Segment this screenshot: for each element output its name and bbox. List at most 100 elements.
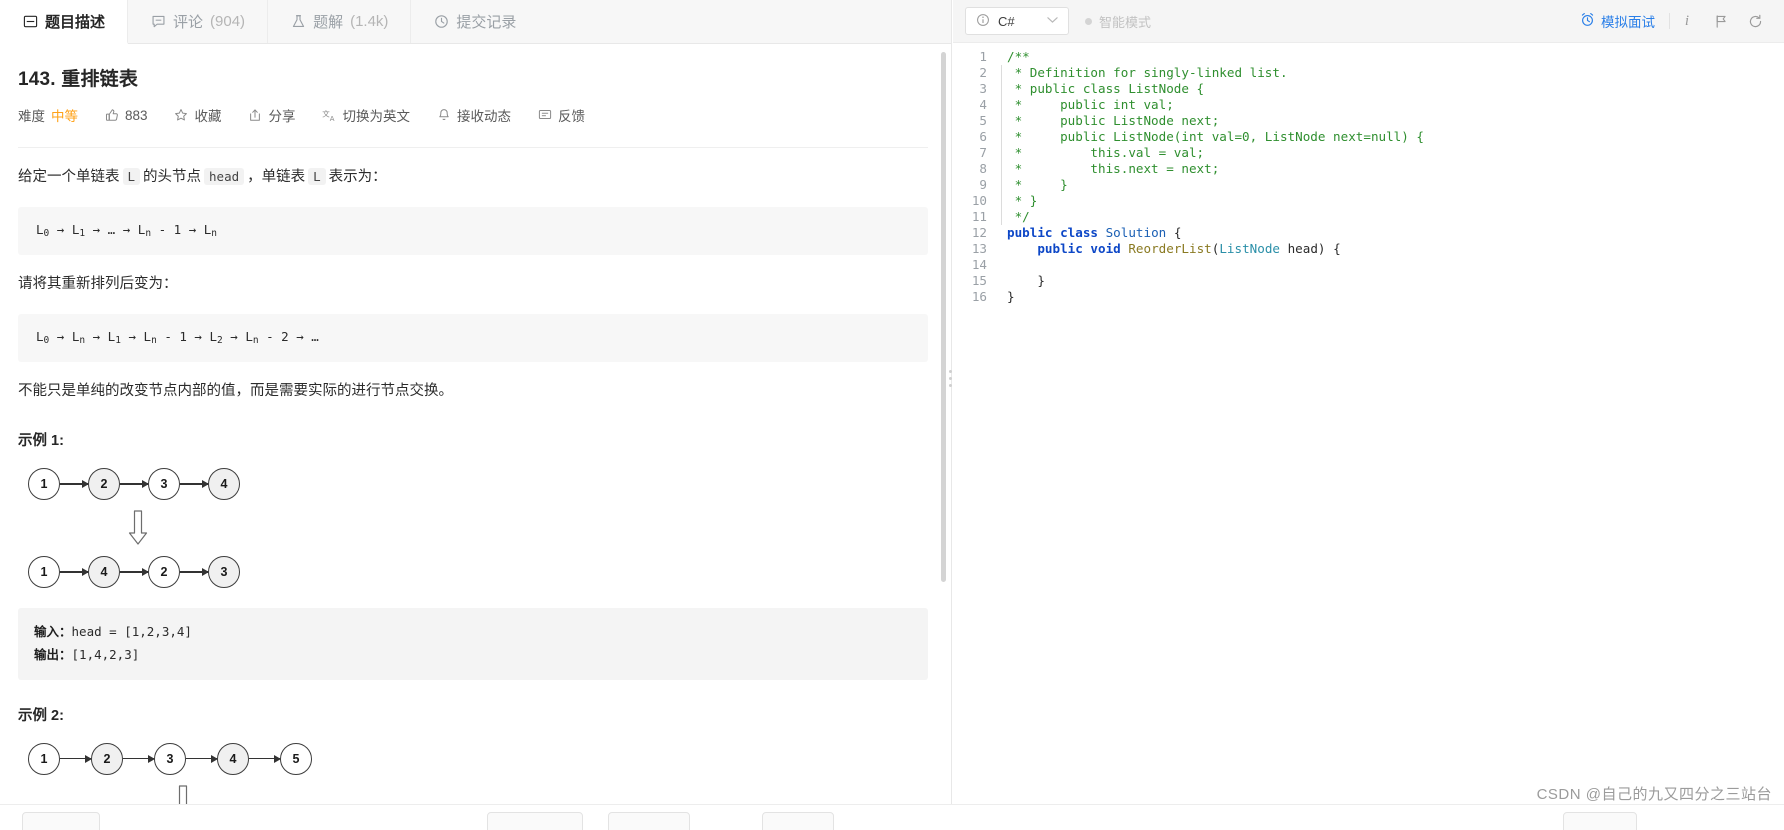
mock-interview-button[interactable]: 模拟面试 (1580, 11, 1669, 31)
favorite-label: 收藏 (194, 109, 222, 124)
feedback-button[interactable]: 反馈 (537, 105, 585, 125)
reorder-instruction: 请将其重新排列后变为： (18, 276, 178, 293)
line-number: 7 (979, 145, 987, 160)
line-number: 6 (979, 129, 987, 144)
editor-toolbar: C# 智能模式 模拟面试 i (953, 0, 1784, 43)
list-node: 2 (88, 467, 120, 500)
output-value: [1,4,2,3] (71, 646, 140, 662)
watermark: CSDN @自己的九又四分之三站台 (1536, 786, 1772, 803)
arrow-icon (60, 757, 91, 760)
bottom-button-5[interactable] (1563, 812, 1637, 830)
problem-pane: 题目描述 评论 (904) 题解 (1.4k) 提交记录 143. 重排链表 难… (0, 0, 952, 830)
code-line: * public ListNode(int val=0, ListNode ne… (1007, 129, 1425, 144)
difficulty-label: 难度 (18, 109, 45, 124)
comment-indent-guide (1001, 65, 1002, 225)
smart-mode-label: 智能模式 (1099, 14, 1152, 30)
bottom-button-1[interactable] (22, 812, 100, 830)
line-number: 13 (971, 241, 987, 256)
language-selector[interactable]: C# (965, 7, 1069, 35)
tab-comments[interactable]: 评论 (904) (128, 0, 269, 43)
share-button[interactable]: 分享 (248, 105, 296, 125)
star-icon (174, 108, 189, 123)
example-1-diagram: 1 2 3 4 1 4 2 3 (28, 460, 928, 596)
list-node: 3 (208, 555, 240, 588)
desc-text-1: 给定一个单链表 (18, 169, 120, 185)
list-node: 4 (217, 742, 249, 775)
like-button[interactable]: 883 (104, 108, 148, 123)
code-line: * this.val = val; (1007, 145, 1205, 160)
line-number-gutter: 1 2 3 4 5 6 7 8 9 10 11 12 13 14 15 16 (953, 49, 997, 305)
difficulty-group: 难度 中等 (18, 105, 78, 125)
list-node: 4 (208, 467, 240, 500)
list-node: 4 (88, 555, 120, 588)
refresh-icon[interactable] (1738, 14, 1772, 29)
tab-solutions[interactable]: 题解 (1.4k) (268, 0, 412, 43)
list-node: 2 (91, 742, 123, 775)
code-line: public class Solution { (1007, 225, 1182, 240)
line-number: 16 (971, 289, 987, 304)
left-pane-scrollbar[interactable] (941, 52, 946, 582)
code-line: * } (1007, 177, 1068, 192)
example-1-input-line: 输入：head = [1,2,3,4] (34, 621, 912, 644)
favorite-button[interactable]: 收藏 (174, 105, 222, 125)
list-node: 5 (280, 742, 312, 775)
desc-text-3: ，单链表 (247, 169, 306, 185)
list-node: 1 (28, 555, 60, 588)
problem-content-scroll[interactable]: 143. 重排链表 难度 中等 883 收藏 分享 文 A 切换为英文 接收动态… (0, 44, 951, 830)
difficulty-value: 中等 (51, 109, 78, 124)
input-label: 输入： (34, 624, 72, 639)
tab-submissions[interactable]: 提交记录 (411, 0, 538, 43)
translate-button[interactable]: 文A 切换为英文 (322, 105, 410, 125)
bottom-button-2[interactable] (487, 812, 583, 830)
code-line: * } (1007, 193, 1038, 208)
document-icon (22, 13, 38, 29)
code-line: * this.next = next; (1007, 161, 1220, 176)
example-1-io: 输入：head = [1,2,3,4] 输出：[1,4,2,3] (18, 607, 928, 680)
tab-count: (1.4k) (350, 13, 389, 30)
line-number: 4 (979, 97, 987, 112)
example-2-heading: 示例 2: (18, 707, 64, 724)
tab-label: 评论 (173, 14, 204, 31)
leetcode-problem-page: 题目描述 评论 (904) 题解 (1.4k) 提交记录 143. 重排链表 难… (0, 0, 1784, 830)
flag-icon[interactable] (1704, 14, 1738, 29)
code-lines[interactable]: /** * Definition for singly-linked list.… (997, 49, 1784, 305)
arrow-icon (186, 757, 217, 760)
line-number: 8 (979, 161, 987, 176)
code-line: public void ReorderList(ListNode head) { (1037, 241, 1341, 256)
share-icon (248, 108, 263, 123)
desc-text-2: 的头节点 (143, 169, 202, 185)
linked-list-before: 1 2 3 4 (28, 460, 928, 508)
line-number: 1 (979, 49, 987, 64)
tab-count: (904) (210, 13, 246, 30)
handle-dot (949, 377, 952, 380)
line-number: 11 (971, 209, 987, 224)
tab-description[interactable]: 题目描述 (0, 0, 129, 44)
line-number: 15 (971, 273, 987, 288)
smart-mode-toggle[interactable]: 智能模式 (1085, 12, 1151, 31)
translate-icon: 文A (322, 108, 337, 123)
tab-label: 提交记录 (456, 14, 517, 31)
info-italic-icon[interactable]: i (1670, 13, 1704, 30)
line-number: 14 (971, 257, 987, 272)
line-number: 3 (979, 81, 987, 96)
comment-icon (150, 14, 166, 30)
list-node: 1 (28, 467, 60, 500)
problem-meta-row: 难度 中等 883 收藏 分享 文 A 切换为英文 接收动态 反馈 (18, 105, 928, 125)
line-number: 5 (979, 113, 987, 128)
flask-icon (290, 14, 306, 30)
arrow-icon (249, 757, 280, 760)
line-number: 9 (979, 177, 987, 192)
bottom-toolbar (0, 804, 1784, 830)
subscribe-button[interactable]: 接收动态 (436, 105, 511, 125)
code-line: * public class ListNode { (1007, 81, 1205, 96)
thumbs-up-icon (104, 108, 119, 123)
feedback-icon (537, 108, 552, 123)
code-line: * Definition for singly-linked list. (1007, 65, 1288, 80)
list-node: 3 (148, 467, 180, 500)
code-editor[interactable]: 1 2 3 4 5 6 7 8 9 10 11 12 13 14 15 16 /… (953, 43, 1784, 830)
output-label: 输出： (34, 647, 72, 662)
formula-block-original: L0 → L1 → … → Ln - 1 → Ln (18, 206, 928, 256)
bottom-button-3[interactable] (608, 812, 690, 830)
bottom-button-4[interactable] (762, 812, 834, 830)
